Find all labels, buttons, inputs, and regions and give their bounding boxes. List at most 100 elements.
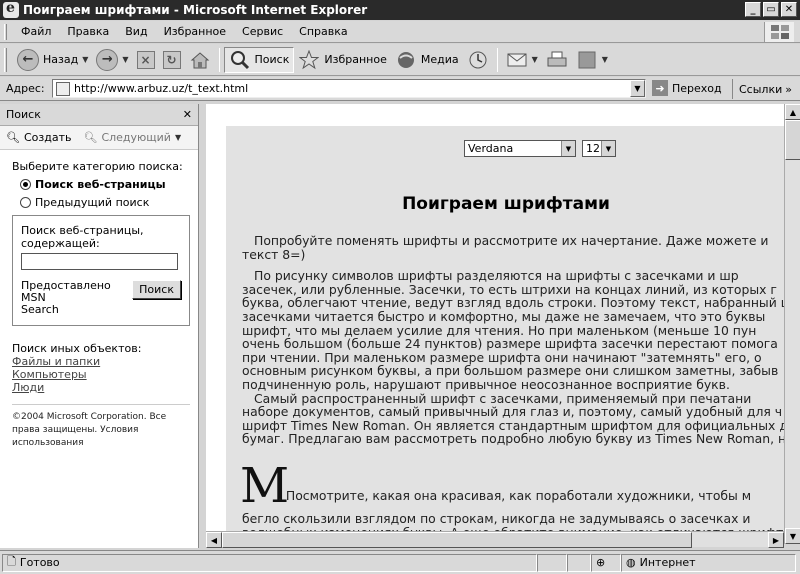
link-computers[interactable]: Компьютеры [12, 368, 188, 381]
scroll-right-arrow-icon[interactable]: ▶ [768, 532, 784, 548]
status-cell [567, 553, 591, 572]
menu-favorites[interactable]: Избранное [156, 25, 234, 38]
search-icon: 🔍︎ [83, 131, 98, 144]
search-box-label: Поиск веб-страницы, [21, 224, 144, 237]
zone-text: Интернет [639, 556, 696, 569]
address-field[interactable]: ▼ [52, 79, 646, 98]
provider-row: Предоставлено MSN Search Поиск [21, 280, 181, 316]
link-files-folders[interactable]: Файлы и папки [12, 355, 188, 368]
copyright-line: права защищены. Условия [12, 425, 139, 435]
paragraph-1: Попробуйте поменять шрифты и рассмотрите… [242, 234, 784, 261]
chevron-down-icon[interactable]: ▼ [122, 55, 128, 64]
chevron-down-icon[interactable]: ▼ [82, 55, 88, 64]
sidebar-header: Поиск ✕ [0, 104, 198, 126]
back-button[interactable]: ← Назад ▼ [13, 47, 92, 73]
printer-icon [546, 49, 568, 71]
option-label: Поиск веб-страницы [35, 178, 166, 191]
menu-tools[interactable]: Сервис [234, 25, 291, 38]
zone-cell: ◍ Интернет [621, 553, 796, 572]
chevron-down-icon[interactable]: ▼ [561, 141, 575, 156]
copyright-line: ©2004 Microsoft Corporation. Все [12, 412, 167, 422]
close-icon[interactable]: ✕ [183, 108, 192, 121]
chevron-down-icon[interactable]: ▼ [175, 133, 181, 142]
option-previous-search[interactable]: Предыдущий поиск [20, 196, 188, 209]
media-label: Медиа [420, 53, 459, 66]
vertical-scroll-thumb[interactable] [785, 120, 800, 160]
font-family-value: Verdana [468, 142, 514, 155]
media-icon [395, 49, 417, 71]
go-arrow-icon: ➜ [652, 80, 668, 96]
window-controls: _ ▭ ✕ [745, 2, 797, 17]
favorites-button[interactable]: Избранное [294, 47, 390, 73]
status-text-cell: 🗋︎ Готово [2, 553, 537, 572]
search-sidebar: Поиск ✕ 🔍︎ Создать 🔍︎ Следующий ▼ Выбери… [0, 104, 199, 548]
window-title: Поиграем шрифтами - Microsoft Internet E… [23, 3, 368, 17]
address-dropdown-button[interactable]: ▼ [630, 80, 645, 97]
scroll-down-arrow-icon[interactable]: ▼ [785, 528, 800, 544]
search-box: Поиск веб-страницы, содержащей: Предоста… [12, 215, 190, 326]
mail-icon [506, 49, 528, 71]
edit-button[interactable]: ▼ [572, 47, 612, 73]
search-button[interactable]: Поиск [223, 46, 295, 73]
link-people[interactable]: Люди [12, 381, 188, 394]
menu-view[interactable]: Вид [117, 25, 155, 38]
go-label: Переход [672, 81, 722, 95]
menu-file[interactable]: Файл [13, 25, 59, 38]
chevron-down-icon[interactable]: ▼ [601, 141, 615, 156]
menu-edit[interactable]: Правка [59, 25, 117, 38]
provider-line: Предоставлено MSN [21, 279, 111, 304]
copyright-line: использования [12, 438, 84, 448]
history-button[interactable] [463, 47, 493, 73]
create-search-button[interactable]: 🔍︎ Создать [6, 131, 71, 144]
toolbar-separator [496, 47, 498, 72]
forward-button[interactable]: → ▼ [92, 47, 132, 73]
provider-text: Предоставлено MSN Search [21, 280, 132, 316]
next-label: Следующий [101, 131, 171, 144]
next-search-button[interactable]: 🔍︎ Следующий ▼ [83, 131, 181, 144]
other-objects-title: Поиск иных объектов: [12, 342, 142, 355]
menu-help[interactable]: Справка [291, 25, 355, 38]
home-button[interactable] [185, 47, 215, 73]
minimize-button[interactable]: _ [745, 2, 761, 17]
standard-toolbar: ← Назад ▼ → ▼ × ↻ Поиск Избранное Медиа … [0, 44, 800, 76]
title-bar: Поиграем шрифтами - Microsoft Internet E… [0, 0, 800, 20]
close-button[interactable]: ✕ [781, 2, 797, 17]
scroll-left-arrow-icon[interactable]: ◀ [206, 532, 222, 548]
refresh-button[interactable]: ↻ [159, 47, 185, 73]
font-size-value: 12 [586, 142, 600, 155]
mail-button[interactable]: ▼ [502, 47, 542, 73]
maximize-button[interactable]: ▭ [763, 2, 779, 17]
search-submit-button[interactable]: Поиск [132, 280, 181, 299]
radio-button[interactable] [20, 197, 31, 208]
toolbar-separator [218, 47, 220, 72]
text-line: текст 8=) [242, 246, 306, 262]
print-button[interactable] [542, 47, 572, 73]
ie-icon [3, 0, 19, 18]
links-button[interactable]: Ссылки » [732, 79, 792, 99]
page-heading: Поиграем шрифтами [402, 194, 610, 214]
horizontal-scrollbar[interactable]: ◀ ▶ [206, 531, 784, 548]
toolbar-grip[interactable] [4, 23, 7, 40]
scroll-up-arrow-icon[interactable]: ▲ [785, 104, 800, 120]
status-bar: 🗋︎ Готово ⊕ ◍ Интернет [0, 550, 800, 574]
toolbar-grip[interactable] [4, 47, 7, 72]
provider-line: Search [21, 303, 59, 316]
horizontal-scroll-thumb[interactable] [222, 532, 692, 548]
media-button[interactable]: Медиа [391, 47, 463, 73]
stop-button[interactable]: × [133, 47, 159, 73]
go-button[interactable]: ➜ Переход [652, 80, 722, 96]
web-page: Verdana ▼ 12 ▼ Поиграем шрифтами Попробу… [226, 126, 784, 544]
radio-button-checked[interactable] [20, 179, 31, 190]
forward-arrow-icon: → [96, 48, 119, 71]
option-web-pages[interactable]: Поиск веб-страницы [20, 178, 188, 191]
search-input[interactable] [21, 253, 178, 270]
chevron-down-icon[interactable]: ▼ [532, 55, 538, 64]
refresh-icon: ↻ [162, 50, 181, 69]
vertical-scrollbar[interactable]: ▲ ▼ [784, 104, 800, 544]
chevron-down-icon[interactable]: ▼ [602, 55, 608, 64]
font-family-select[interactable]: Verdana ▼ [464, 140, 576, 157]
search-label: Поиск [254, 53, 290, 66]
sidebar-body: Выберите категорию поиска: Поиск веб-стр… [0, 150, 198, 450]
address-input[interactable] [74, 82, 634, 95]
font-size-select[interactable]: 12 ▼ [582, 140, 616, 157]
